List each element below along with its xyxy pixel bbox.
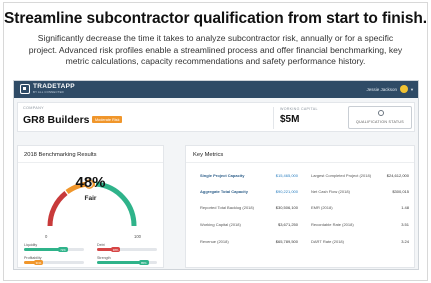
key-metric-value: $24,612,000	[386, 173, 409, 178]
logo-subtitle: BY ALL CONNECTED	[33, 89, 64, 94]
company-name: GR8 Builders	[23, 114, 90, 126]
metric-pill: 38%	[110, 247, 121, 252]
key-metric-left-row: Working Capital (2018) $3,671,250	[200, 222, 298, 230]
key-metric-label: Reported Total Backlog (2018)	[200, 205, 254, 210]
key-metric-label: Net Cash Flow (2018)	[311, 189, 350, 194]
key-metric-label: Largest Completed Project (2018)	[311, 173, 372, 178]
benchmarking-card: 2018 Benchmarking Results 48% Fair 0 100…	[17, 145, 164, 268]
tradetapp-logo[interactable]: TRADETAPP BY ALL CONNECTED	[20, 83, 75, 94]
key-metric-label: Revenue (2018)	[200, 239, 229, 244]
page-headline: Streamline subcontractor qualification f…	[4, 10, 427, 27]
key-metric-value: $15,465,000	[275, 173, 298, 178]
qualification-status-button[interactable]: QUALIFICATION STATUS	[348, 106, 412, 129]
key-metrics-card: Key Metrics Single Project Capacity $15,4…	[185, 145, 415, 268]
app-screenshot: TRADETAPP BY ALL CONNECTED Jessie Jackso…	[13, 80, 419, 270]
key-metric-label: Single Project Capacity	[200, 173, 245, 178]
user-name: Jessie Jackson	[366, 86, 398, 92]
metric-pill: 72%	[58, 247, 68, 252]
top-navigation-bar: TRADETAPP BY ALL CONNECTED Jessie Jackso…	[14, 81, 418, 98]
metric-track: 38%	[97, 247, 157, 252]
key-metric-label: Recordable Rate (2018)	[311, 222, 354, 227]
key-metric-value: $65,789,500	[275, 239, 298, 244]
page-subtext: Significantly decrease the time it takes…	[28, 33, 403, 66]
key-metric-left-row: Revenue (2018) $65,789,500	[200, 239, 298, 247]
key-metric-right-row: Net Cash Flow (2018) $300,015	[311, 189, 409, 197]
key-metric-right-row: EMR (2018) 1.48	[311, 205, 409, 213]
key-metric-value: $90,221,000	[275, 189, 298, 194]
key-metrics-divider	[186, 162, 414, 163]
gauge-min-label: 0	[45, 234, 48, 239]
metric-pill: 31%	[33, 260, 44, 265]
key-metric-value: 3.51	[401, 222, 409, 227]
key-metric-right-row: Recordable Rate (2018) 3.51	[311, 222, 409, 230]
metric-label: Liquidity	[24, 243, 38, 247]
qualification-status-label: QUALIFICATION STATUS	[356, 120, 404, 124]
metric-liquidity: Liquidity 72%	[24, 243, 84, 252]
metric-track: 31%	[24, 260, 84, 265]
logo-mark-icon	[20, 84, 30, 94]
gauge-max-label: 100	[134, 234, 141, 239]
key-metric-left-row: Aggregate Total Capacity $90,221,000	[200, 189, 298, 197]
user-avatar	[400, 85, 409, 93]
metric-pill: 85%	[139, 260, 149, 265]
risk-badge: Moderate Risk	[92, 116, 123, 123]
metric-label: Debt	[97, 243, 105, 247]
key-metric-value: $30,506,100	[275, 205, 298, 210]
user-menu[interactable]: Jessie Jackson ▼	[367, 85, 414, 93]
company-label: COMPANY	[23, 106, 45, 110]
metric-track: 72%	[24, 247, 84, 252]
metric-strength: Strength 85%	[97, 256, 157, 265]
working-capital-value: $5M	[280, 114, 300, 125]
key-metric-value: $300,015	[392, 189, 409, 194]
status-circle-icon	[378, 110, 384, 116]
key-metric-label: Working Capital (2018)	[200, 222, 241, 227]
key-metrics-title: Key Metrics	[193, 152, 224, 158]
metric-debt: Debt 38%	[97, 243, 157, 252]
key-metric-label: DART Rate (2018)	[311, 239, 344, 244]
metric-label: Profitability	[24, 256, 42, 260]
key-metric-value: 1.48	[401, 205, 409, 210]
benchmarking-divider	[18, 162, 163, 163]
score-grade: Fair	[84, 195, 97, 202]
header-divider	[273, 107, 274, 129]
benchmarking-title: 2018 Benchmarking Results	[24, 152, 97, 158]
working-capital-label: WORKING CAPITAL	[280, 107, 318, 111]
score-value: 48%	[75, 174, 106, 191]
key-metric-left-row: Reported Total Backlog (2018) $30,506,100	[200, 205, 298, 213]
key-metric-left-row: Single Project Capacity $15,465,000	[200, 173, 298, 181]
metric-profitability: Profitability 31%	[24, 256, 84, 265]
company-header-card: COMPANY GR8 Builders Moderate Risk WORKI…	[17, 102, 415, 132]
key-metric-value: 3.24	[401, 239, 409, 244]
key-metric-label: Aggregate Total Capacity	[200, 189, 248, 194]
key-metric-right-row: Largest Completed Project (2018) $24,612,…	[311, 173, 409, 181]
key-metric-label: EMR (2018)	[311, 205, 333, 210]
key-metric-right-row: DART Rate (2018) 3.24	[311, 239, 409, 247]
key-metric-value: $3,671,250	[277, 222, 298, 227]
metric-track: 85%	[97, 260, 157, 265]
chevron-down-icon: ▼	[410, 86, 414, 92]
